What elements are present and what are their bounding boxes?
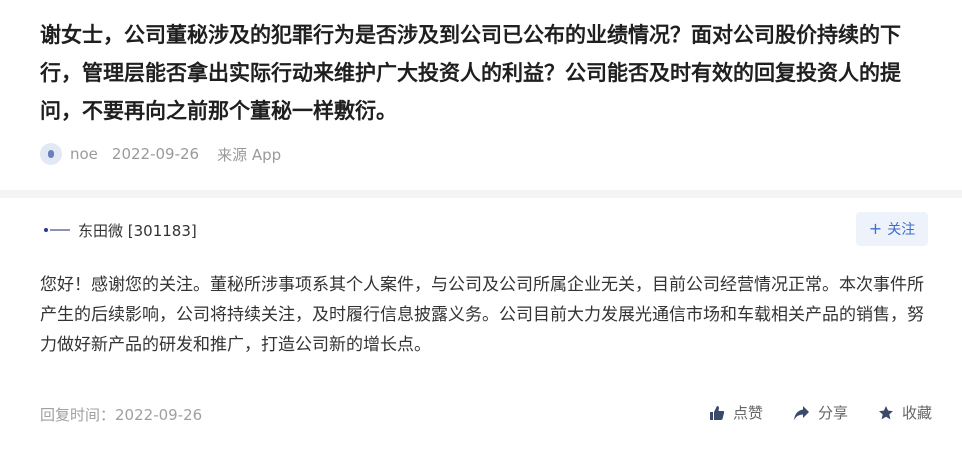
favorite-button[interactable]: 收藏 — [878, 402, 932, 423]
like-button[interactable]: 点赞 — [709, 402, 763, 423]
company-name[interactable]: 东田微 [301183] — [78, 220, 197, 241]
thumbs-up-icon — [709, 405, 725, 420]
share-label: 分享 — [817, 404, 848, 422]
asker-info: noe 2022-09-26 来源 App — [40, 142, 281, 166]
plus-icon: + — [868, 219, 883, 238]
company-logo — [44, 228, 70, 232]
company-info: 东田微 [301183] — [44, 218, 197, 242]
question-source: 来源 App — [217, 145, 282, 164]
question-text: 谢女士，公司董秘涉及的犯罪行为是否涉及到公司已公布的业绩情况？面对公司股价持续的… — [40, 23, 901, 123]
reply-time: 回复时间：2022-09-26 — [40, 404, 202, 425]
answer-text: 您好！感谢您的关注。董秘所涉事项系其个人案件，与公司及公司所属企业无关，目前公司… — [40, 275, 924, 355]
star-icon — [878, 405, 893, 419]
reply-time-label: 回复时间： — [40, 406, 116, 424]
question-card: 谢女士，公司董秘涉及的犯罪行为是否涉及到公司已公布的业绩情况？面对公司股价持续的… — [4, 0, 958, 190]
section-divider — [0, 190, 962, 198]
asker-name[interactable]: noe — [70, 145, 98, 163]
favorite-label: 收藏 — [901, 404, 932, 422]
reply-time-value: 2022-09-26 — [115, 406, 203, 424]
share-button[interactable]: 分享 — [793, 402, 848, 423]
question-date: 2022-09-26 — [111, 145, 200, 163]
follow-label: 关注 — [887, 222, 916, 238]
answer-card: 东田微 [301183] + 关注 您好！感谢您的关注。董秘所涉事项系其个人案件… — [0, 198, 962, 452]
follow-button[interactable]: + 关注 — [856, 212, 928, 246]
action-bar: 点赞 分享 收藏 — [709, 402, 932, 423]
like-label: 点赞 — [732, 404, 763, 422]
share-icon — [793, 405, 809, 420]
user-avatar-icon[interactable] — [40, 143, 62, 165]
